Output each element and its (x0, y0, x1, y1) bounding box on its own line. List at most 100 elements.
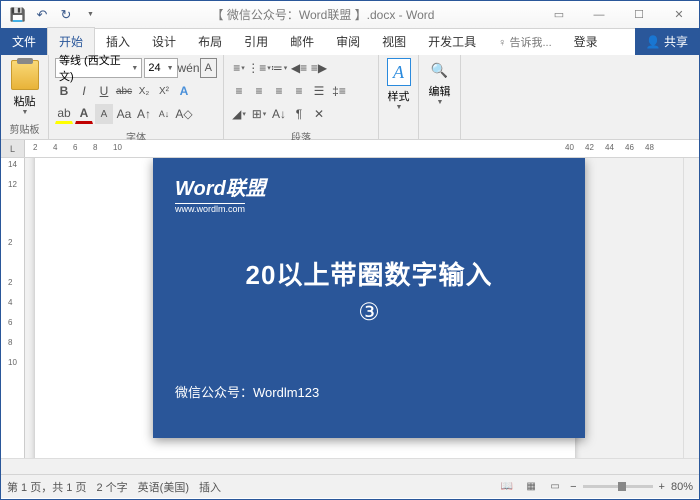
tab-references[interactable]: 引用 (233, 28, 279, 55)
horizontal-ruler-area: L 2 4 6 8 10 40 42 44 46 48 (1, 140, 699, 158)
styles-label: 样式 (388, 88, 410, 104)
undo-icon[interactable]: ↶ (31, 4, 53, 26)
phonetic-guide-icon[interactable]: wén (180, 58, 198, 78)
tab-home[interactable]: 开始 (47, 27, 95, 55)
zoom-level[interactable]: 80% (671, 481, 693, 493)
decrease-indent-button[interactable]: ◀≡ (290, 58, 308, 78)
align-right-button[interactable]: ≡ (270, 81, 288, 101)
asian-layout-button[interactable]: ✕ (310, 104, 328, 124)
ribbon-options-icon[interactable]: ▭ (539, 1, 579, 29)
font-color-button[interactable]: A (75, 104, 93, 124)
group-paragraph: ≡▾ ⋮≡▾ ≔▾ ◀≡ ≡▶ ≡ ≡ ≡ ≡ ☰ ‡≡ ◢▾ ⊞▾ A↓ ¶ … (224, 55, 379, 139)
tab-design[interactable]: 设计 (141, 28, 187, 55)
clipboard-label: 剪贴板 (7, 119, 42, 136)
share-button[interactable]: 👤 共享 (635, 28, 699, 55)
status-bar: 第 1 页，共 1 页 2 个字 英语(美国) 插入 📖 ▦ ▭ − + 80% (1, 474, 699, 498)
sort-button[interactable]: A↓ (270, 104, 288, 124)
grow-font-button[interactable]: A↑ (135, 104, 153, 124)
group-font: 等线 (西文正文)▼ 24▼ wén A B I U abc X₂ X² A a… (49, 55, 224, 139)
tab-developer[interactable]: 开发工具 (417, 28, 487, 55)
tell-me[interactable]: ♀ 告诉我... (487, 29, 562, 55)
italic-button[interactable]: I (75, 81, 93, 101)
highlight-button[interactable]: ab (55, 104, 73, 124)
group-clipboard: 粘贴 ▼ 剪贴板 (1, 55, 49, 139)
tab-review[interactable]: 审阅 (325, 28, 371, 55)
paste-label: 粘贴 (14, 93, 36, 109)
clear-format-button[interactable]: A◇ (175, 104, 193, 124)
print-layout-icon[interactable]: ▦ (522, 479, 540, 495)
distribute-button[interactable]: ☰ (310, 81, 328, 101)
qat-customize-icon[interactable]: ▼ (79, 4, 101, 26)
window-title: 【 微信公众号：Word联盟 】.docx - Word (107, 6, 539, 23)
status-language[interactable]: 英语(美国) (138, 479, 189, 495)
maximize-button[interactable]: ☐ (619, 1, 659, 29)
vertical-scrollbar[interactable] (683, 158, 699, 458)
tab-file[interactable]: 文件 (1, 28, 47, 55)
zoom-in-button[interactable]: + (659, 481, 665, 493)
overlay-logo: Word联盟 (175, 172, 563, 201)
tab-insert[interactable]: 插入 (95, 28, 141, 55)
paste-icon (11, 60, 39, 90)
minimize-button[interactable]: — (579, 1, 619, 29)
save-icon[interactable]: 💾 (7, 4, 29, 26)
multilevel-button[interactable]: ≔▾ (270, 58, 288, 78)
shading-button[interactable]: ◢▾ (230, 104, 248, 124)
align-center-button[interactable]: ≡ (250, 81, 268, 101)
overlay-circled-number: ③ (175, 298, 563, 327)
status-mode[interactable]: 插入 (199, 479, 221, 495)
find-icon[interactable]: 🔍 (431, 62, 448, 79)
font-name-combo[interactable]: 等线 (西文正文)▼ (55, 58, 142, 78)
show-marks-button[interactable]: ¶ (290, 104, 308, 124)
vertical-ruler[interactable]: 14 12 2 2 4 6 8 10 (1, 158, 25, 458)
redo-icon[interactable]: ↻ (55, 4, 77, 26)
strikethrough-button[interactable]: abc (115, 81, 133, 101)
read-mode-icon[interactable]: 📖 (498, 479, 516, 495)
font-size-combo[interactable]: 24▼ (144, 58, 177, 78)
superscript-button[interactable]: X² (155, 81, 173, 101)
page-canvas[interactable]: Word联盟 www.wordlm.com 20以上带圈数字输入 ③ 微信公众号… (25, 158, 699, 458)
increase-indent-button[interactable]: ≡▶ (310, 58, 328, 78)
overlay-banner: Word联盟 www.wordlm.com 20以上带圈数字输入 ③ 微信公众号… (153, 158, 585, 438)
char-border-icon[interactable]: A (200, 58, 217, 78)
zoom-out-button[interactable]: − (570, 481, 576, 493)
text-effects-button[interactable]: A (175, 81, 193, 101)
char-shading-button[interactable]: A (95, 104, 113, 124)
tab-mail[interactable]: 邮件 (279, 28, 325, 55)
overlay-footer: 微信公众号：Wordlm123 (175, 382, 563, 401)
window-controls: ▭ — ☐ ✕ (539, 1, 699, 29)
close-button[interactable]: ✕ (659, 1, 699, 29)
styles-icon[interactable]: A (387, 58, 411, 86)
line-spacing-button[interactable]: ‡≡ (330, 81, 348, 101)
status-page[interactable]: 第 1 页，共 1 页 (7, 479, 86, 495)
justify-button[interactable]: ≡ (290, 81, 308, 101)
overlay-logo-sub: www.wordlm.com (175, 203, 245, 214)
bold-button[interactable]: B (55, 81, 73, 101)
share-label: 共享 (664, 35, 688, 49)
subscript-button[interactable]: X₂ (135, 81, 153, 101)
group-editing: 🔍 编辑 ▼ (419, 55, 461, 139)
bullets-button[interactable]: ≡▾ (230, 58, 248, 78)
editing-label: 编辑 (429, 83, 451, 99)
group-styles: A 样式 ▼ (379, 55, 419, 139)
status-words[interactable]: 2 个字 (96, 479, 127, 495)
numbering-button[interactable]: ⋮≡▾ (250, 58, 268, 78)
underline-button[interactable]: U (95, 81, 113, 101)
change-case-button[interactable]: Aa (115, 104, 133, 124)
document-area: 14 12 2 2 4 6 8 10 Word联盟 www.wordlm.com… (1, 158, 699, 458)
ribbon: 粘贴 ▼ 剪贴板 等线 (西文正文)▼ 24▼ wén A B I U abc … (1, 55, 699, 140)
zoom-slider[interactable] (583, 485, 653, 488)
paste-button[interactable]: 粘贴 ▼ (7, 58, 42, 118)
borders-button[interactable]: ⊞▾ (250, 104, 268, 124)
tab-layout[interactable]: 布局 (187, 28, 233, 55)
shrink-font-button[interactable]: A↓ (155, 104, 173, 124)
horizontal-ruler[interactable]: 2 4 6 8 10 40 42 44 46 48 (25, 140, 699, 157)
title-bar: 💾 ↶ ↻ ▼ 【 微信公众号：Word联盟 】.docx - Word ▭ —… (1, 1, 699, 29)
horizontal-scrollbar[interactable] (1, 458, 699, 474)
overlay-title: 20以上带圈数字输入 (175, 255, 563, 292)
ruler-corner[interactable]: L (1, 140, 25, 157)
quick-access-toolbar: 💾 ↶ ↻ ▼ (1, 4, 107, 26)
web-layout-icon[interactable]: ▭ (546, 479, 564, 495)
tab-view[interactable]: 视图 (371, 28, 417, 55)
login-button[interactable]: 登录 (563, 28, 609, 55)
align-left-button[interactable]: ≡ (230, 81, 248, 101)
